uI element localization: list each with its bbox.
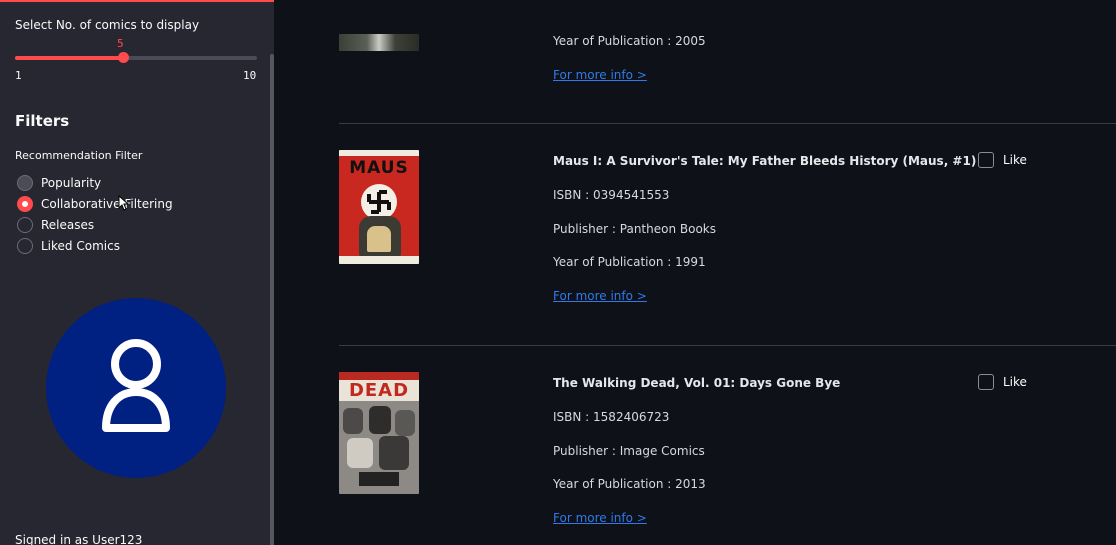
comic-isbn: ISBN : 0394541553 xyxy=(553,188,670,202)
like-label: Like xyxy=(1003,375,1027,389)
comic-title: Maus I: A Survivor's Tale: My Father Ble… xyxy=(553,154,977,168)
comics-list: Year of Publication : 2005 For more info… xyxy=(274,0,1116,545)
signed-in-status: Signed in as User123 xyxy=(15,533,143,545)
slider-max-label: 10 xyxy=(243,69,257,82)
comic-cover-image xyxy=(339,34,419,51)
comic-cover-image: MAUS xyxy=(339,150,419,264)
slider-fill xyxy=(15,56,123,60)
radio-button[interactable] xyxy=(17,195,33,212)
avatar xyxy=(46,298,226,478)
user-icon xyxy=(102,339,170,432)
comic-publisher: Publisher : Image Comics xyxy=(553,444,705,458)
more-info-link[interactable]: For more info > xyxy=(553,289,647,303)
slider-thumb[interactable] xyxy=(118,52,129,63)
like-checkbox[interactable]: Like xyxy=(978,152,1027,168)
comic-title: The Walking Dead, Vol. 01: Days Gone Bye xyxy=(553,376,841,390)
comic-isbn: ISBN : 1582406723 xyxy=(553,410,670,424)
cover-title: MAUS xyxy=(349,158,409,178)
radio-label: Collaborative Filtering xyxy=(41,196,173,211)
like-checkbox[interactable]: Like xyxy=(978,374,1027,390)
more-info-link[interactable]: For more info > xyxy=(553,511,647,525)
radio-button[interactable] xyxy=(17,174,33,191)
divider xyxy=(339,123,1116,124)
swastika-emblem-icon xyxy=(367,190,391,214)
comic-publisher: Publisher : Pantheon Books xyxy=(553,222,716,236)
sidebar: Select No. of comics to display 5 1 10 F… xyxy=(0,0,274,545)
comic-year: Year of Publication : 2005 xyxy=(553,34,706,48)
mouse-cursor-icon xyxy=(118,195,128,211)
filters-heading: Filters xyxy=(15,112,70,130)
divider xyxy=(339,345,1116,346)
radio-option-releases[interactable]: Releases xyxy=(17,214,173,235)
radio-option-liked-comics[interactable]: Liked Comics xyxy=(17,235,173,256)
slider-label: Select No. of comics to display xyxy=(15,18,200,32)
slider-min-label: 1 xyxy=(15,69,22,82)
radio-option-popularity[interactable]: Popularity xyxy=(17,172,173,193)
checkbox-box[interactable] xyxy=(978,152,994,168)
radio-option-collaborative-filtering[interactable]: Collaborative Filtering xyxy=(17,193,173,214)
comic-year: Year of Publication : 2013 xyxy=(553,477,706,491)
cover-title: DEAD xyxy=(339,380,419,401)
comic-year: Year of Publication : 1991 xyxy=(553,255,706,269)
slider-value: 5 xyxy=(117,37,124,50)
recommendation-filter-radio-group: Popularity Collaborative Filtering Relea… xyxy=(17,172,173,256)
comics-count-slider[interactable] xyxy=(15,52,257,63)
recommendation-filter-label: Recommendation Filter xyxy=(15,149,143,162)
more-info-link[interactable]: For more info > xyxy=(553,68,647,82)
radio-label: Popularity xyxy=(41,175,102,190)
radio-label: Releases xyxy=(41,217,95,232)
like-label: Like xyxy=(1003,153,1027,167)
comic-cover-image: DEAD xyxy=(339,372,419,494)
radio-button[interactable] xyxy=(17,237,33,254)
radio-label: Liked Comics xyxy=(41,238,120,253)
checkbox-box[interactable] xyxy=(978,374,994,390)
radio-button[interactable] xyxy=(17,216,33,233)
